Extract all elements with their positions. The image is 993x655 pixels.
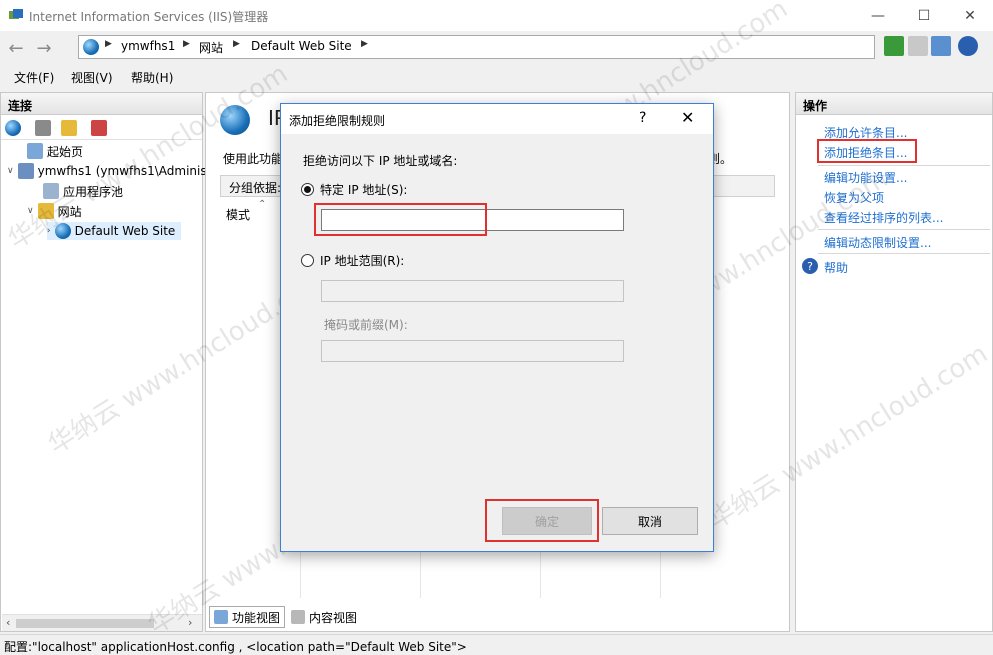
title-bar: Internet Information Services (IIS)管理器 —… xyxy=(0,0,993,31)
breadcrumb-default-web-site[interactable]: Default Web Site xyxy=(251,39,352,53)
horizontal-scrollbar[interactable]: ‹ › xyxy=(2,614,202,631)
chevron-right-icon: ▶ xyxy=(361,39,368,49)
highlight-box xyxy=(485,499,599,542)
globe-icon xyxy=(83,39,99,55)
breadcrumb-sites[interactable]: 网站 xyxy=(199,39,223,56)
tree-item-start-page[interactable]: 起始页 xyxy=(27,142,83,160)
help-link[interactable]: 帮助 xyxy=(824,259,848,276)
stop-icon[interactable] xyxy=(908,36,928,56)
highlight-box xyxy=(817,139,917,163)
globe-icon xyxy=(54,223,71,239)
window-title: Internet Information Services (IIS)管理器 xyxy=(29,10,269,24)
back-arrow-icon[interactable]: ← xyxy=(4,37,28,59)
chevron-right-icon: ▶ xyxy=(233,39,240,49)
dialog-title-bar: 添加拒绝限制规则 ? ✕ xyxy=(281,104,713,134)
specific-ip-radio[interactable] xyxy=(301,183,314,196)
start-page-icon xyxy=(27,143,43,159)
cancel-button[interactable]: 取消 xyxy=(602,507,698,535)
breadcrumb-server[interactable]: ymwfhs1 xyxy=(121,39,175,53)
tree-item-sites[interactable]: ∨ 网站 xyxy=(27,202,82,220)
help-icon[interactable] xyxy=(958,36,978,56)
disconnect-icon[interactable] xyxy=(91,120,107,136)
address-bar: ← → ▶ ymwfhs1 ▶ 网站 ▶ Default Web Site ▶ xyxy=(0,31,993,63)
connections-panel: 连接 起始页 ∨ ymwfhs1 (ymwfhs1\Adminis 应用程序池 … xyxy=(0,92,207,632)
specific-ip-option[interactable]: 特定 IP 地址(S): xyxy=(301,181,407,198)
connections-toolbar xyxy=(1,116,202,140)
deny-access-label: 拒绝访问以下 IP 地址或域名: xyxy=(303,154,458,168)
feature-description: 使用此功能 xyxy=(223,152,284,166)
menu-bar: 文件(F) 视图(V) 帮助(H) xyxy=(0,66,993,88)
edit-feature-settings-link[interactable]: 编辑功能设置... xyxy=(824,169,907,186)
divider xyxy=(818,253,990,254)
status-text: 配置:"localhost" applicationHost.config , … xyxy=(4,640,467,654)
menu-file[interactable]: 文件(F) xyxy=(14,69,54,86)
mask-prefix-label: 掩码或前缀(M): xyxy=(324,318,408,332)
mask-prefix-input[interactable] xyxy=(321,340,624,362)
tree-item-app-pools[interactable]: 应用程序池 xyxy=(43,182,123,200)
up-folder-icon[interactable] xyxy=(61,120,77,136)
highlight-box xyxy=(314,203,487,236)
tab-content-view[interactable]: 内容视图 xyxy=(287,606,361,628)
chevron-right-icon: ▶ xyxy=(105,39,112,49)
divider xyxy=(818,165,990,166)
chevron-down-icon[interactable]: ∨ xyxy=(7,166,14,176)
app-pool-icon xyxy=(43,183,59,199)
actions-panel: 操作 添加允许条目... 添加拒绝条目... 编辑功能设置... 恢复为父项 查… xyxy=(795,92,993,632)
refresh-icon[interactable] xyxy=(884,36,904,56)
scroll-right-icon[interactable]: › xyxy=(188,616,192,629)
view-tabs: 功能视图 内容视图 xyxy=(205,606,790,628)
sort-up-icon: ⌃ xyxy=(258,199,267,210)
specific-ip-label: 特定 IP 地址(S): xyxy=(320,183,408,197)
chevron-right-icon[interactable]: › xyxy=(47,226,51,236)
view-ordered-list-link[interactable]: 查看经过排序的列表... xyxy=(824,209,943,226)
chevron-down-icon[interactable]: ∨ xyxy=(27,206,34,216)
dialog-close-button[interactable]: ✕ xyxy=(681,108,694,127)
chevron-right-icon: ▶ xyxy=(183,39,190,49)
ip-range-label: IP 地址范围(R): xyxy=(320,254,405,268)
connections-header: 连接 xyxy=(1,93,202,115)
column-header-mode[interactable]: 模式 xyxy=(226,206,250,223)
dialog-title: 添加拒绝限制规则 xyxy=(289,114,386,128)
scroll-left-icon[interactable]: ‹ xyxy=(6,616,10,629)
features-view-icon xyxy=(214,610,228,624)
close-button[interactable]: ✕ xyxy=(947,0,993,31)
home-icon[interactable] xyxy=(931,36,951,56)
content-view-icon xyxy=(291,610,305,624)
globe-icon xyxy=(220,105,250,135)
ip-range-input[interactable] xyxy=(321,280,624,302)
sites-folder-icon xyxy=(37,203,54,219)
menu-help[interactable]: 帮助(H) xyxy=(131,69,173,86)
forward-arrow-icon[interactable]: → xyxy=(32,37,56,59)
ip-range-radio[interactable] xyxy=(301,254,314,267)
edit-dynamic-restriction-link[interactable]: 编辑动态限制设置... xyxy=(824,234,931,251)
address-input[interactable]: ▶ ymwfhs1 ▶ 网站 ▶ Default Web Site ▶ xyxy=(78,35,875,59)
save-icon[interactable] xyxy=(35,120,51,136)
minimize-button[interactable]: — xyxy=(855,0,901,31)
tree-item-default-web-site[interactable]: › Default Web Site xyxy=(47,222,182,240)
help-icon: ? xyxy=(802,258,818,274)
divider xyxy=(818,229,990,230)
tab-features-view[interactable]: 功能视图 xyxy=(209,606,286,628)
tree-item-server[interactable]: ∨ ymwfhs1 (ymwfhs1\Adminis xyxy=(7,162,207,180)
actions-header: 操作 xyxy=(796,93,992,115)
connect-icon[interactable] xyxy=(5,120,21,136)
server-icon xyxy=(17,163,34,179)
group-by-label: 分组依据: xyxy=(229,181,282,195)
revert-to-parent-link[interactable]: 恢复为父项 xyxy=(824,189,884,206)
menu-view[interactable]: 视图(V) xyxy=(71,69,113,86)
ip-range-option[interactable]: IP 地址范围(R): xyxy=(301,252,404,269)
scroll-thumb[interactable] xyxy=(16,619,154,628)
status-bar: 配置:"localhost" applicationHost.config , … xyxy=(0,634,993,655)
dialog-help-button[interactable]: ? xyxy=(639,110,646,126)
add-deny-rule-dialog: 添加拒绝限制规则 ? ✕ 拒绝访问以下 IP 地址或域名: 特定 IP 地址(S… xyxy=(280,103,714,552)
maximize-button[interactable]: ☐ xyxy=(901,0,947,31)
iis-app-icon xyxy=(9,9,23,19)
